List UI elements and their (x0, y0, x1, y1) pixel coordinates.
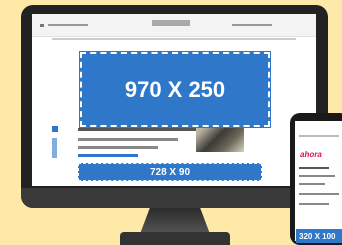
sidebar-marker (52, 138, 57, 158)
mobile-ad-320x100: 320 X 100 (296, 229, 342, 243)
mobile-ad-label: 320 X 100 (299, 231, 336, 241)
toolbar-text-placeholder (40, 24, 44, 27)
phone-status-line (299, 135, 339, 137)
phone-text-placeholder (299, 193, 339, 195)
monitor-stand-base (120, 232, 230, 245)
phone-text-placeholder (299, 175, 335, 177)
toolbar-text-placeholder (232, 24, 272, 26)
monitor-stand-neck (140, 208, 210, 234)
article-text-placeholder (78, 146, 158, 149)
billboard-ad-label: 970 X 250 (124, 76, 226, 102)
toolbar-text-placeholder (48, 24, 88, 26)
article-text-placeholder (78, 138, 178, 141)
bullet-icon (52, 126, 58, 132)
monitor-chin (21, 188, 328, 208)
browser-toolbar (32, 14, 316, 37)
leaderboard-ad-728x90: 728 X 90 (78, 163, 262, 181)
article-headline-placeholder (78, 128, 198, 131)
article-link-placeholder (78, 154, 138, 157)
phone-screen (295, 121, 342, 241)
nav-line (52, 38, 296, 40)
billboard-ad-970x250: 970 X 250 (79, 51, 271, 128)
leaderboard-ad-label: 728 X 90 (149, 166, 191, 178)
phone-text-placeholder (299, 203, 329, 205)
site-title-placeholder (152, 20, 190, 26)
phone-text-placeholder (299, 183, 325, 185)
phone-site-logo: ahora (300, 150, 322, 159)
phone-text-placeholder (299, 167, 329, 169)
